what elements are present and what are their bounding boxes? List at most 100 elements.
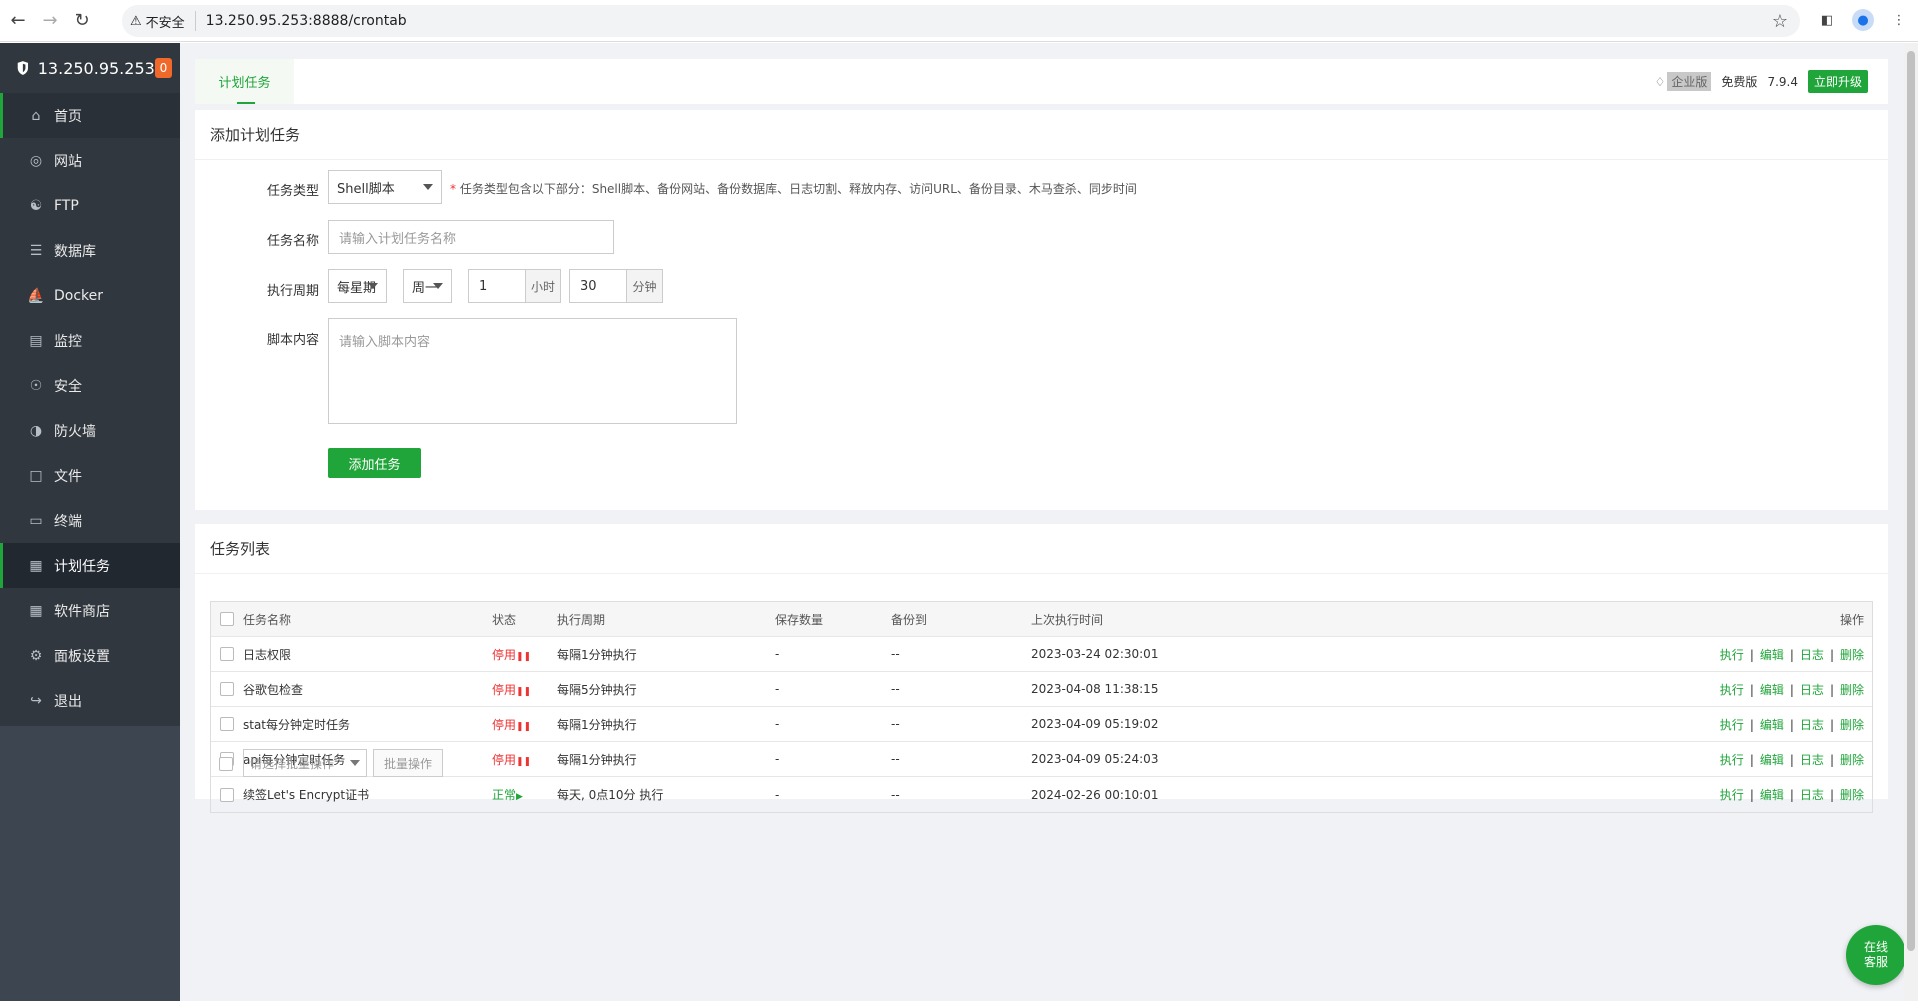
sidebar-item-12[interactable]: ⚙ 面板设置 [0,633,180,678]
bookmark-star-icon[interactable]: ☆ [1772,11,1788,32]
log-action[interactable]: 日志 [1800,718,1824,732]
scroll-thumb[interactable] [1907,51,1915,951]
sidebar-item-0[interactable]: ⌂ 首页 [0,93,180,138]
alert-count-badge[interactable]: 0 [154,58,172,78]
version-label: 7.9.4 [1767,74,1798,89]
settings-icon: ⚙ [29,647,43,664]
row-checkbox[interactable] [220,717,234,731]
sidebar-item-5[interactable]: ▤ 监控 [0,318,180,363]
task-cycle: 每隔5分钟执行 [557,682,637,697]
forward-icon[interactable]: → [36,7,64,35]
server-shield-icon [17,61,29,75]
action-separator: | [1789,788,1794,802]
status-text: 停用 [492,682,517,697]
batch-action-button[interactable]: 批量操作 [373,749,443,777]
status-badge[interactable]: 停用❚❚ [492,716,531,733]
run-action[interactable]: 执行 [1720,648,1744,662]
back-icon[interactable]: ← [4,7,32,35]
log-action[interactable]: 日志 [1800,753,1824,767]
weekday-select[interactable]: 周一 [403,269,452,303]
action-separator: | [1749,788,1754,802]
script-textarea[interactable]: 请输入脚本内容 [328,318,737,424]
log-action[interactable]: 日志 [1800,788,1824,802]
edit-action[interactable]: 编辑 [1760,648,1784,662]
sidebar-item-13[interactable]: ↪ 退出 [0,678,180,723]
task-list-title: 任务列表 [195,524,1888,574]
task-name-input[interactable]: 请输入计划任务名称 [328,220,614,254]
security-chip[interactable]: ⚠ 不安全 [130,11,196,31]
status-badge[interactable]: 正常▶ [492,786,523,803]
table-row: api每分钟定时任务 停用❚❚ 每隔1分钟执行 - -- 2023-04-09 05:24… [211,742,1872,777]
edit-action[interactable]: 编辑 [1760,753,1784,767]
status-badge[interactable]: 停用❚❚ [492,681,531,698]
page-scrollbar[interactable] [1904,43,1918,1001]
required-mark: * [450,182,456,196]
run-action[interactable]: 执行 [1720,683,1744,697]
row-checkbox[interactable] [220,787,234,802]
task-cycle: 每隔1分钟执行 [557,752,637,767]
hour-input[interactable]: 1 [468,269,526,303]
support-line-2: 客服 [1863,955,1888,969]
log-action[interactable]: 日志 [1800,648,1824,662]
tab-crontab[interactable]: 计划任务 [195,59,294,104]
delete-action[interactable]: 删除 [1840,648,1864,662]
batch-select-all-checkbox[interactable] [219,757,233,771]
enterprise-badge[interactable]: ♢ 企业版 [1655,72,1712,91]
delete-action[interactable]: 删除 [1840,683,1864,697]
upgrade-button[interactable]: 立即升级 [1807,70,1868,93]
batch-action-select[interactable]: 请选择批量操作 [243,749,367,777]
task-name: 续签Let's Encrypt证书 [243,788,370,802]
select-all-checkbox[interactable] [220,612,234,626]
menu-dots-icon[interactable]: ⋮ [1886,7,1912,33]
sidebar-item-1[interactable]: ◎ 网站 [0,138,180,183]
delete-action[interactable]: 删除 [1840,788,1864,802]
status-badge[interactable]: 停用❚❚ [492,751,531,768]
sidebar-item-6[interactable]: ☉ 安全 [0,363,180,408]
sidebar-item-label: 退出 [54,693,82,710]
monitor-icon: ▤ [29,332,43,349]
task-type-select[interactable]: Shell脚本 [328,170,442,204]
table-row: 谷歌包检查 停用❚❚ 每隔5分钟执行 - -- 2023-04-08 11:38:15 执行… [211,672,1872,707]
status-badge[interactable]: 停用❚❚ [492,646,531,663]
run-action[interactable]: 执行 [1720,788,1744,802]
online-support-button[interactable]: 在线 客服 [1846,925,1906,985]
row-checkbox[interactable] [220,682,234,696]
row-checkbox[interactable] [220,647,234,661]
minute-input[interactable]: 30 [569,269,627,303]
sidebar-item-10[interactable]: ▦ 计划任务 [0,543,180,588]
side-panel-icon[interactable]: ◧ [1814,7,1840,33]
address-bar[interactable]: ⚠ 不安全 13.250.95.253:8888/crontab ☆ [122,5,1800,37]
pause-icon: ❚❚ [516,756,532,767]
action-separator: | [1749,752,1754,767]
log-action[interactable]: 日志 [1800,683,1824,697]
run-action[interactable]: 执行 [1720,718,1744,732]
reload-icon[interactable]: ↻ [68,7,96,35]
sidebar-item-11[interactable]: ▦ 软件商店 [0,588,180,633]
delete-action[interactable]: 删除 [1840,718,1864,732]
chevron-down-icon [423,184,433,190]
run-action[interactable]: 执行 [1720,753,1744,767]
add-task-title: 添加计划任务 [195,110,1888,160]
edit-action[interactable]: 编辑 [1760,718,1784,732]
sidebar-item-9[interactable]: ▭ 终端 [0,498,180,543]
keep-count: - [775,752,780,766]
sidebar-item-label: 终端 [54,513,82,530]
col-status: 状态 [492,612,517,627]
sidebar-item-4[interactable]: ⛵ Docker [0,273,180,318]
edit-action[interactable]: 编辑 [1760,683,1784,697]
action-separator: | [1829,682,1834,697]
sidebar-item-2[interactable]: ☯ FTP [0,183,180,228]
sidebar-item-8[interactable]: □ 文件 [0,453,180,498]
keep-count: - [775,682,780,696]
cycle-type-select[interactable]: 每星期 [328,269,387,303]
url-text[interactable]: 13.250.95.253:8888/crontab [206,13,407,29]
profile-avatar-icon[interactable]: ● [1852,9,1874,31]
add-task-button[interactable]: 添加任务 [328,448,421,478]
sidebar-item-3[interactable]: ☰ 数据库 [0,228,180,273]
edit-action[interactable]: 编辑 [1760,788,1784,802]
add-task-card: 添加计划任务 任务类型 Shell脚本 * 任务类型包含以下部分：Shell脚本… [195,110,1888,510]
task-name-placeholder: 请输入计划任务名称 [339,231,457,247]
sidebar-item-7[interactable]: ◑ 防火墙 [0,408,180,453]
task-cycle: 每隔1分钟执行 [557,717,637,732]
delete-action[interactable]: 删除 [1840,753,1864,767]
